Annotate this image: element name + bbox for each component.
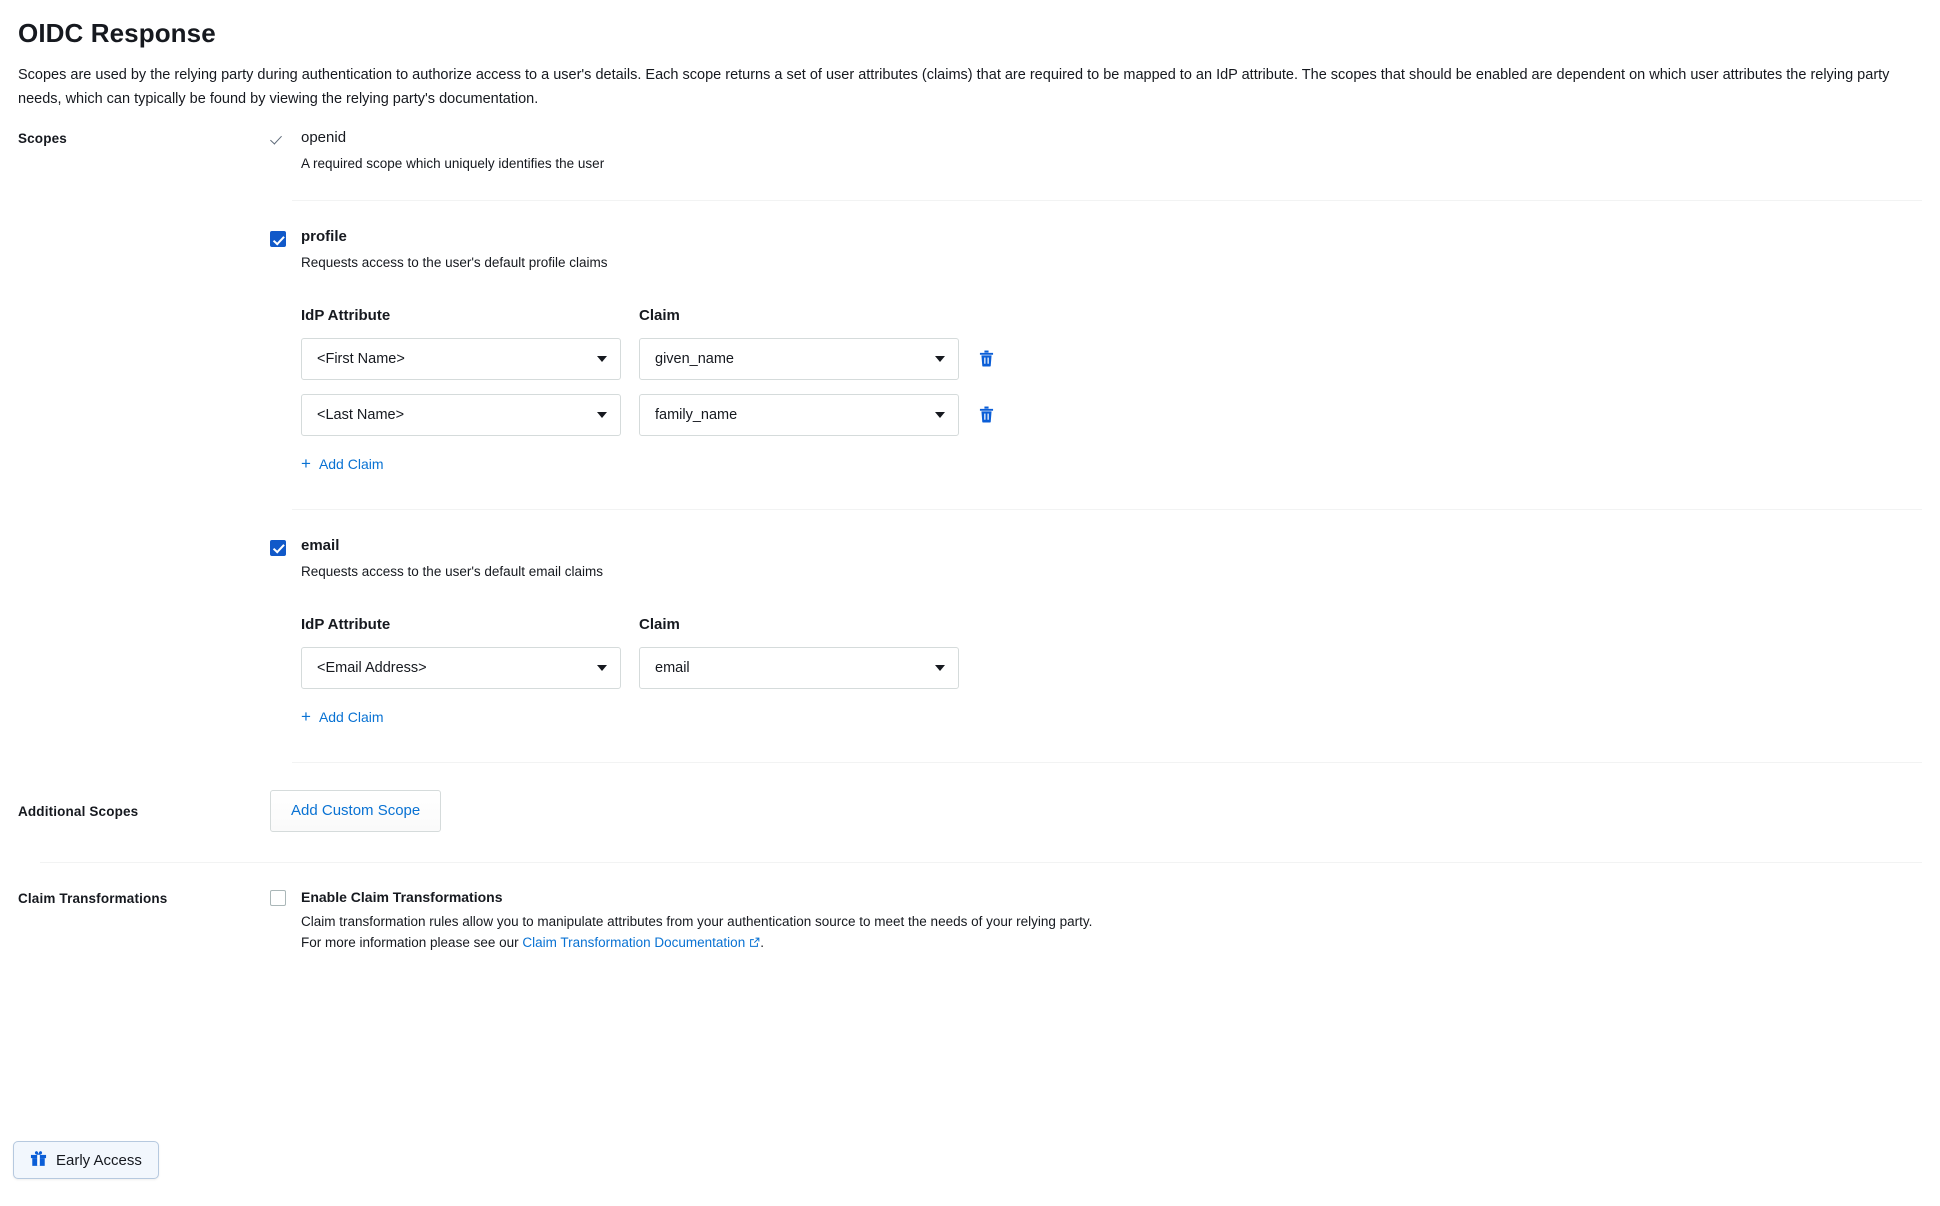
delete-claim-button[interactable] (973, 402, 999, 428)
column-header-claim: Claim (639, 615, 680, 633)
add-claim-button-email[interactable]: + Add Claim (301, 706, 384, 726)
chevron-down-icon (935, 412, 945, 419)
chevron-down-icon (935, 665, 945, 672)
add-claim-label: Add Claim (318, 709, 384, 726)
scope-item-openid: openid A required scope which uniquely i… (270, 129, 1922, 174)
claim-select[interactable]: email (639, 646, 959, 689)
external-link-icon (749, 934, 760, 955)
scope-description-profile: Requests access to the user's default pr… (301, 255, 608, 271)
scope-name-profile: profile (301, 228, 347, 246)
idp-attribute-select[interactable]: <Last Name> (301, 393, 621, 436)
early-access-button[interactable]: Early Access (13, 1141, 159, 1179)
add-claim-button-profile[interactable]: + Add Claim (301, 453, 384, 473)
claims-table-email: IdP Attribute Claim <Email Address> emai… (301, 582, 1922, 728)
scope-checkbox-profile[interactable] (270, 231, 286, 248)
scope-name-openid: openid (301, 129, 347, 147)
oidc-response-page: OIDC Response Scopes are used by the rel… (0, 18, 1940, 954)
trash-icon (979, 350, 993, 367)
chevron-down-icon (935, 356, 945, 363)
claim-select[interactable]: given_name (639, 337, 959, 380)
claim-transformations-label: Claim Transformations (18, 890, 168, 906)
idp-attribute-select[interactable]: <Email Address> (301, 646, 621, 689)
claim-transformations-description: Claim transformation rules allow you to … (301, 912, 1101, 954)
enable-claim-transformations-checkbox[interactable] (270, 889, 286, 906)
plus-icon: + (301, 706, 311, 726)
scope-checkbox-email[interactable] (270, 539, 286, 556)
claim-transformations-section: Claim Transformations Enable Claim Trans… (18, 863, 1922, 954)
scopes-section-label: Scopes (18, 131, 67, 147)
scope-name-email: email (301, 536, 340, 554)
claims-header-email: IdP Attribute Claim (301, 616, 1922, 633)
additional-scopes-label: Additional Scopes (18, 803, 139, 819)
scope-description-email: Requests access to the user's default em… (301, 563, 603, 579)
scope-description-openid: A required scope which uniquely identifi… (301, 156, 605, 172)
claims-header-profile: IdP Attribute Claim (301, 307, 1922, 324)
chevron-down-icon (597, 356, 607, 363)
idp-attribute-select-value: <First Name> (317, 350, 405, 367)
early-access-label: Early Access (56, 1151, 142, 1169)
divider-after-email (292, 761, 1922, 763)
scope-checkbox-openid (270, 132, 286, 148)
idp-attribute-select[interactable]: <First Name> (301, 337, 621, 380)
claim-select-value: family_name (655, 406, 738, 423)
scopes-section: Scopes openid A required scope which uni… (18, 111, 1922, 763)
claim-select[interactable]: family_name (639, 393, 959, 436)
column-header-claim: Claim (639, 306, 680, 324)
add-claim-label: Add Claim (318, 456, 384, 473)
additional-scopes-section: Additional Scopes Add Custom Scope (18, 763, 1922, 832)
plus-icon: + (301, 453, 311, 473)
delete-claim-button[interactable] (973, 346, 999, 372)
claim-row: <Last Name> family_name (301, 393, 1922, 436)
claim-row: <First Name> given_name (301, 337, 1922, 380)
column-header-idp-attribute: IdP Attribute (301, 615, 391, 633)
scope-item-profile: profile Requests access to the user's de… (270, 201, 1922, 475)
chevron-down-icon (597, 665, 607, 672)
claim-transformation-documentation-link[interactable]: Claim Transformation Documentation (522, 935, 745, 950)
claim-select-value: given_name (655, 350, 734, 367)
claims-table-profile: IdP Attribute Claim <First Name> given_n… (301, 273, 1922, 475)
add-custom-scope-button[interactable]: Add Custom Scope (270, 789, 442, 832)
page-title: OIDC Response (18, 18, 216, 48)
page-description: Scopes are used by the relying party dur… (18, 67, 1890, 108)
claim-row: <Email Address> email (301, 646, 1922, 689)
chevron-down-icon (597, 412, 607, 419)
idp-attribute-select-value: <Last Name> (317, 406, 405, 423)
trash-icon (979, 406, 993, 423)
idp-attribute-select-value: <Email Address> (317, 659, 427, 676)
claim-select-value: email (655, 659, 690, 676)
gift-icon (30, 1150, 47, 1171)
column-header-idp-attribute: IdP Attribute (301, 306, 391, 324)
enable-claim-transformations-label: Enable Claim Transformations (301, 888, 503, 905)
scope-item-email: email Requests access to the user's defa… (270, 510, 1922, 728)
claim-transformations-description-suffix: . (760, 934, 764, 950)
